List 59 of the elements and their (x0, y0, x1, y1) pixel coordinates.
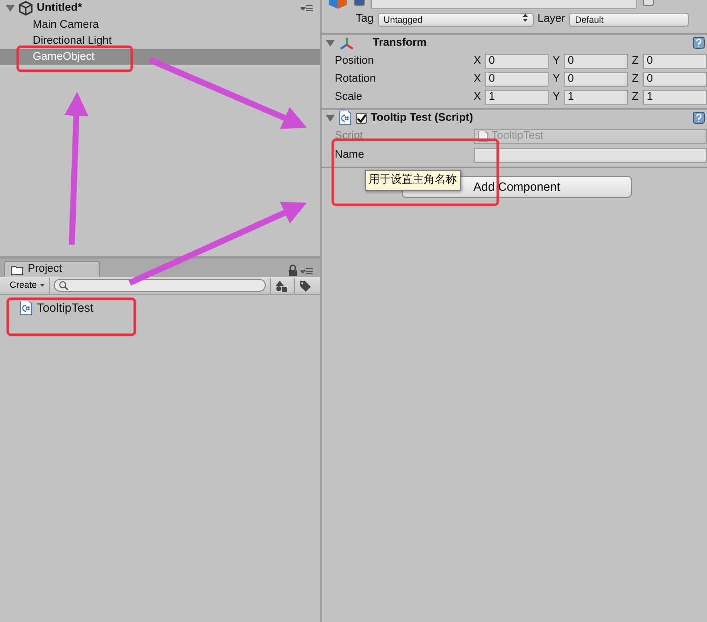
menu-icon[interactable] (301, 268, 314, 274)
field-label: Name (335, 149, 364, 162)
axis-label: Y (552, 72, 561, 87)
number-field[interactable]: 0 (643, 54, 707, 68)
axis-label: Y (552, 54, 561, 69)
create-button[interactable]: Create (6, 278, 50, 294)
tooltip: 用于设置主角名称 (365, 170, 461, 190)
expand-arrow-icon[interactable] (326, 114, 335, 122)
text-field[interactable] (474, 148, 707, 163)
enabled-checkbox[interactable] (356, 112, 367, 124)
axis-label: X (473, 72, 482, 87)
checkmark-icon (356, 114, 366, 122)
script-file-icon (339, 110, 352, 126)
hierarchy-item[interactable]: Main Camera (0, 17, 320, 33)
filter-label-button[interactable] (294, 278, 314, 294)
axis-label: Z (631, 72, 640, 87)
shapes-icon (274, 280, 286, 292)
number-field[interactable]: 0 (485, 72, 549, 86)
help-icon[interactable] (693, 37, 705, 49)
number-field[interactable]: 0 (564, 54, 628, 68)
axis-label: X (473, 54, 482, 69)
number-field[interactable]: 1 (485, 90, 549, 104)
expand-arrow-icon[interactable] (6, 4, 15, 13)
field-label: Scale (334, 90, 364, 105)
tag-dropdown[interactable]: Untagged (378, 12, 534, 26)
hierarchy-item[interactable]: Directional Light (0, 33, 320, 49)
component-title: Tooltip Test (Script) (371, 110, 474, 126)
layer-label: Layer (538, 12, 566, 28)
search-icon (58, 280, 69, 290)
layer-dropdown[interactable]: Default (569, 12, 690, 26)
axis-label: Z (631, 90, 640, 105)
number-field[interactable]: 0 (564, 72, 628, 86)
scene-icon (19, 1, 33, 16)
scene-title: Untitled* (37, 1, 84, 16)
axes-icon (339, 36, 355, 50)
script-file-icon (20, 300, 33, 316)
script-field: TooltipTest (474, 129, 707, 144)
project-tab[interactable]: Project (4, 261, 100, 277)
field-label: Rotation (334, 72, 377, 87)
tag-label: Tag (356, 12, 374, 28)
component-title: Transform (373, 36, 428, 51)
search-field[interactable] (54, 279, 266, 292)
axis-label: X (473, 90, 482, 105)
lock-icon[interactable] (288, 265, 298, 277)
number-field[interactable]: 1 (643, 90, 707, 104)
stepper-icon (522, 14, 528, 22)
asset-name[interactable]: TooltipTest (37, 299, 94, 317)
number-field[interactable]: 0 (643, 72, 707, 86)
axis-label: Y (552, 90, 561, 105)
expand-arrow-icon[interactable] (326, 38, 335, 48)
number-field[interactable]: 0 (485, 54, 549, 68)
axis-label: Z (631, 54, 640, 69)
number-field[interactable]: 1 (564, 90, 628, 104)
caret-icon (40, 284, 45, 287)
help-icon[interactable] (693, 112, 705, 124)
filter-type-button[interactable] (270, 278, 290, 294)
tag-icon (298, 280, 310, 292)
menu-icon[interactable] (301, 5, 314, 12)
field-label: Position (334, 54, 376, 69)
